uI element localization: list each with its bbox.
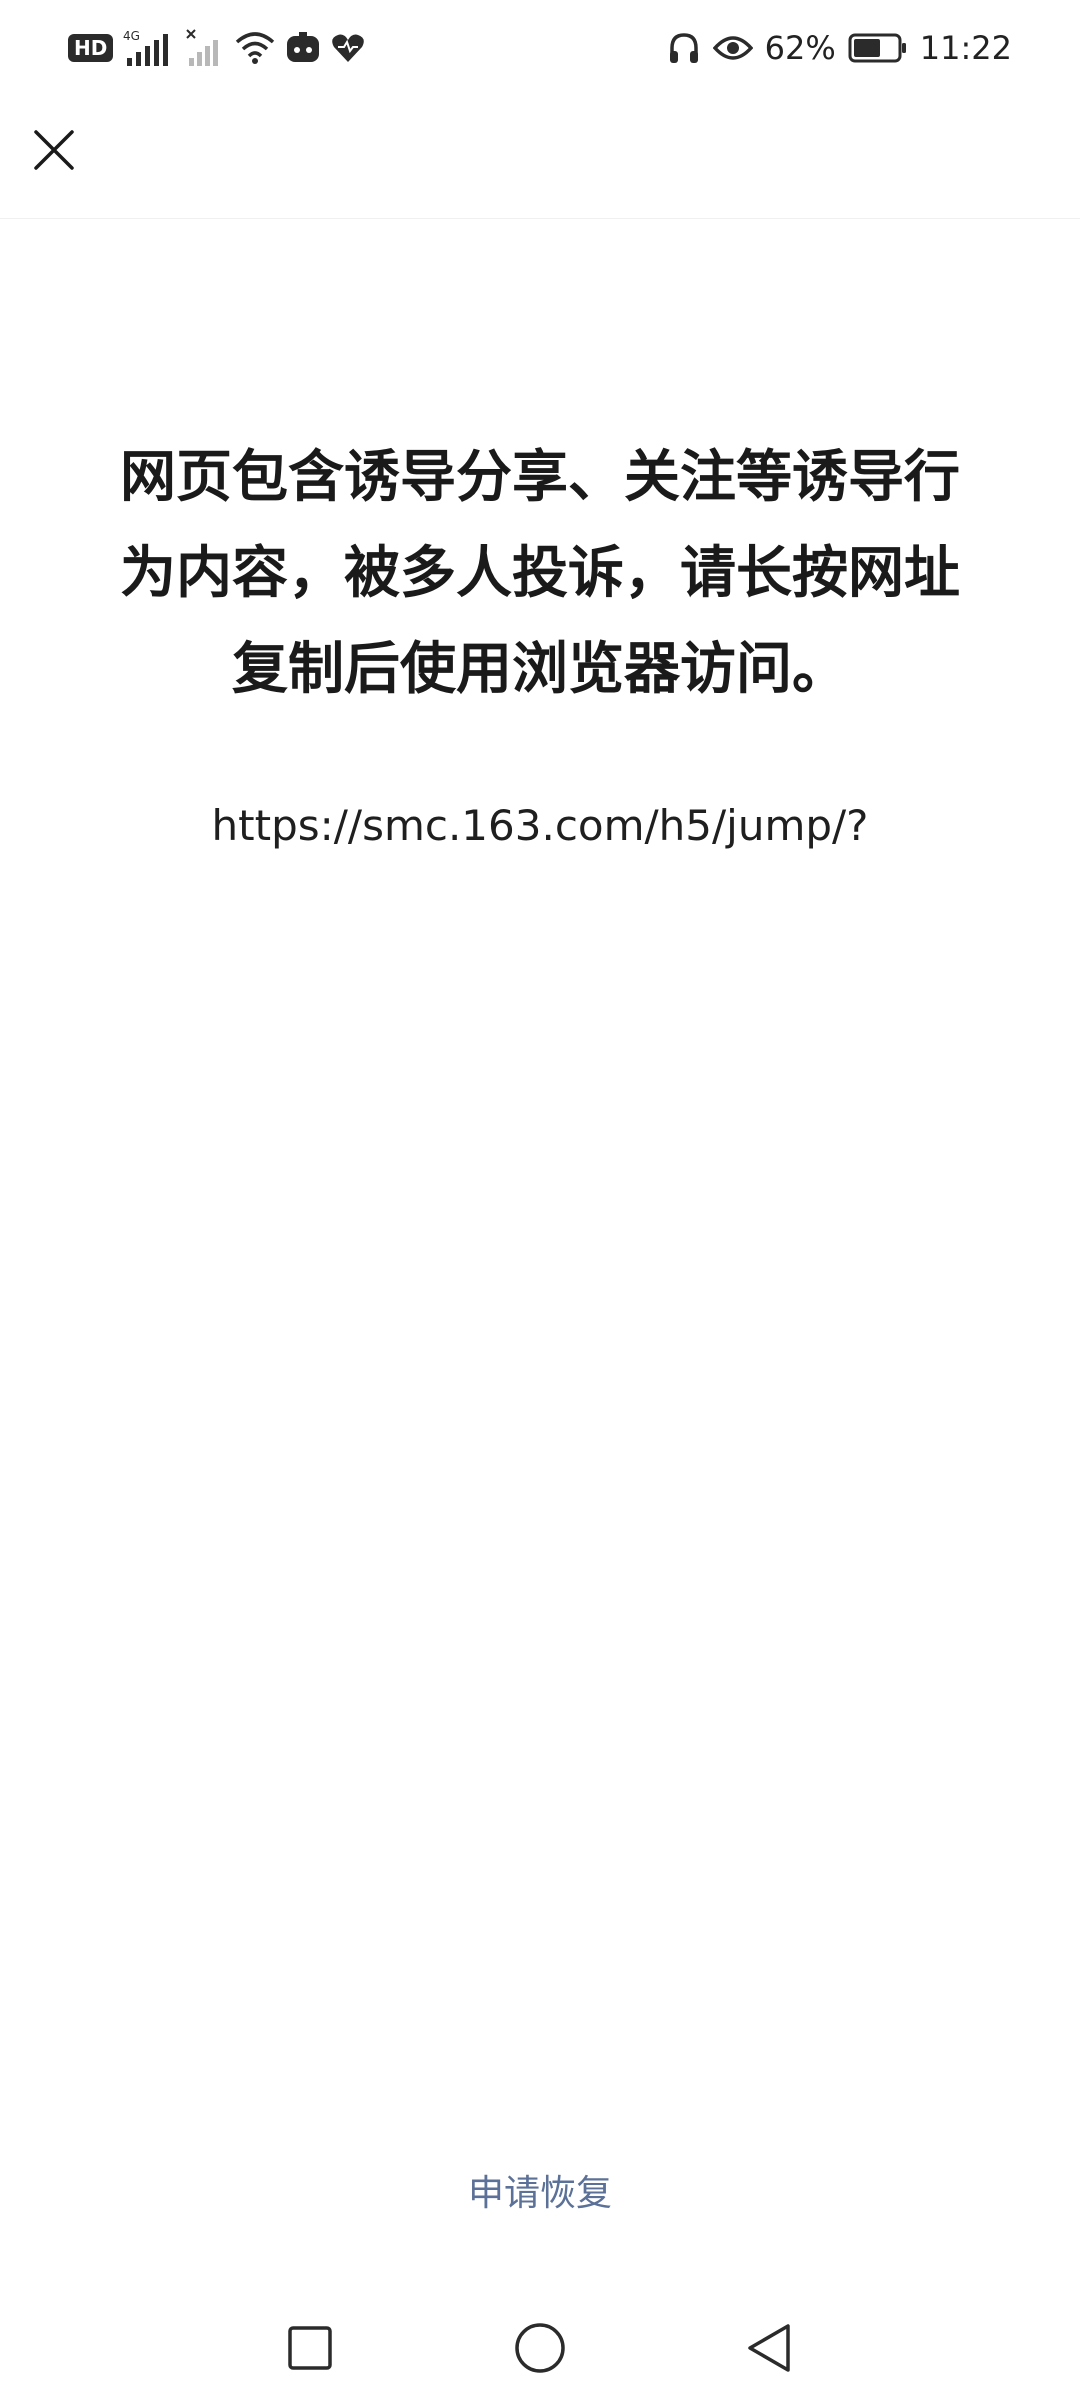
signal-4g-icon: 4G [123, 28, 175, 68]
back-icon [744, 2322, 796, 2378]
game-icon [285, 30, 321, 66]
status-time: 11:22 [919, 29, 1012, 67]
home-button[interactable] [508, 2318, 572, 2382]
health-heart-icon [331, 32, 365, 64]
close-button[interactable] [24, 122, 84, 182]
headphones-icon [667, 31, 701, 65]
recent-apps-button[interactable] [278, 2318, 342, 2382]
appeal-link[interactable]: 申请恢复 [390, 2164, 690, 2224]
top-bar [0, 96, 1080, 219]
navigation-bar [0, 2300, 1080, 2400]
screen: HD 4G 62% 11:22 网页包含诱导分享、关注等诱导行 为内容，被多人投… [0, 0, 1080, 2400]
eye-comfort-icon [712, 33, 753, 63]
status-bar: HD 4G 62% 11:22 [0, 0, 1080, 96]
wifi-icon [235, 30, 275, 66]
block-message: 网页包含诱导分享、关注等诱导行 为内容，被多人投诉，请长按网址 复制后使用浏览器… [120, 445, 960, 702]
back-button[interactable] [738, 2318, 802, 2382]
status-bar-right: 62% 11:22 [667, 24, 1012, 72]
recent-apps-icon [286, 2324, 334, 2376]
status-bar-left: HD 4G [68, 24, 365, 72]
close-icon [32, 128, 76, 176]
hd-icon: HD [68, 34, 114, 62]
battery-icon [848, 32, 908, 64]
battery-percent: 62% [764, 29, 836, 67]
home-icon [513, 2321, 567, 2379]
network-type-label: 4G [123, 29, 140, 43]
signal-no-sim-icon [185, 28, 225, 68]
blocked-url: https://smc.163.com/h5/jump/? [211, 801, 869, 850]
